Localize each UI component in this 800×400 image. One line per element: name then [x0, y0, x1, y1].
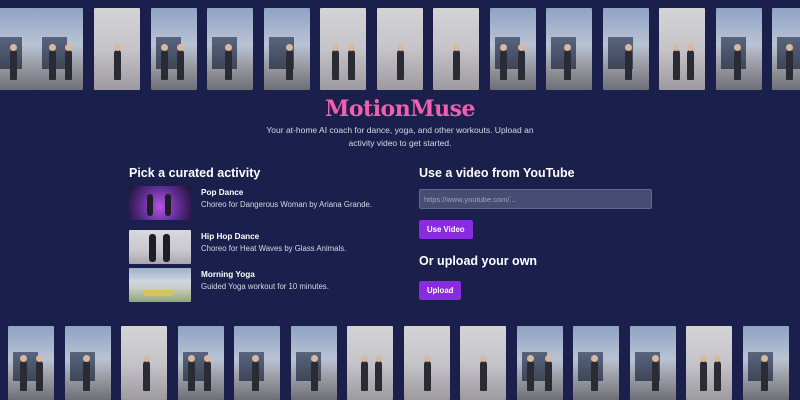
video-thumbnail: [151, 8, 197, 90]
video-thumbnail: [546, 8, 592, 90]
video-thumbnail: [347, 326, 393, 400]
video-thumbnail: [433, 8, 479, 90]
activity-description: Choreo for Heat Waves by Glass Animals.: [201, 244, 347, 253]
video-thumbnail: [404, 326, 450, 400]
activity-item-morning-yoga[interactable]: Morning Yoga Guided Yoga workout for 10 …: [129, 268, 391, 302]
morning-yoga-thumbnail: [129, 268, 191, 302]
video-source-section: Use a video from YouTube Use Video Or up…: [419, 166, 659, 300]
video-thumbnail: [772, 8, 800, 90]
video-thumbnail: [320, 8, 366, 90]
upload-heading: Or upload your own: [419, 254, 538, 268]
video-thumbnail: [207, 8, 253, 90]
video-thumbnail: [264, 8, 310, 90]
youtube-url-input[interactable]: [419, 189, 652, 209]
video-strip-bottom: [0, 326, 800, 400]
curated-activity-section: Pick a curated activity Pop Dance Choreo…: [129, 166, 391, 302]
video-thumbnail: [517, 326, 563, 400]
video-thumbnail: [743, 326, 789, 400]
upload-button[interactable]: Upload: [419, 281, 462, 300]
video-strip-top: [0, 0, 800, 90]
video-thumbnail: [8, 326, 54, 400]
video-thumbnail: [94, 8, 140, 90]
video-thumbnail: [460, 326, 506, 400]
video-thumbnail: [0, 8, 38, 90]
tagline: Your at-home AI coach for dance, yoga, a…: [266, 125, 534, 148]
video-thumbnail: [659, 8, 705, 90]
video-thumbnail: [234, 326, 280, 400]
video-thumbnail: [377, 8, 423, 90]
video-thumbnail: [178, 326, 224, 400]
hip-hop-dance-thumbnail: [129, 230, 191, 264]
video-thumbnail: [291, 326, 337, 400]
video-thumbnail: [490, 8, 536, 90]
video-thumbnail: [573, 326, 619, 400]
app-logo-title: MotionMuse: [325, 96, 475, 122]
activity-name: Morning Yoga: [201, 270, 255, 279]
activity-name: Pop Dance: [201, 188, 244, 197]
video-thumbnail: [121, 326, 167, 400]
activity-description: Choreo for Dangerous Woman by Ariana Gra…: [201, 200, 373, 209]
activity-name: Hip Hop Dance: [201, 232, 260, 241]
activity-item-hip-hop-dance[interactable]: Hip Hop Dance Choreo for Heat Waves by G…: [129, 230, 391, 264]
use-video-button[interactable]: Use Video: [419, 220, 473, 239]
video-thumbnail: [630, 326, 676, 400]
video-thumbnail: [37, 8, 83, 90]
video-thumbnail: [686, 326, 732, 400]
activity-description: Guided Yoga workout for 10 minutes.: [201, 282, 329, 291]
youtube-heading: Use a video from YouTube: [419, 166, 575, 180]
video-thumbnail: [603, 8, 649, 90]
curated-heading: Pick a curated activity: [129, 166, 261, 180]
pop-dance-thumbnail: [129, 186, 191, 220]
activity-item-pop-dance[interactable]: Pop Dance Choreo for Dangerous Woman by …: [129, 186, 391, 220]
video-thumbnail: [716, 8, 762, 90]
video-thumbnail: [65, 326, 111, 400]
